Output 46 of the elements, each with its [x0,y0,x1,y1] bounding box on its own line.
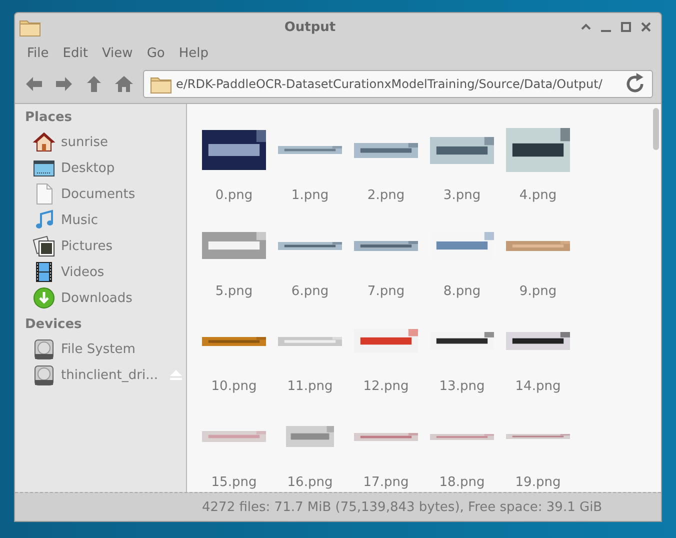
location-field[interactable]: e/RDK-PaddleOCR-DatasetCurationxModelTraining/Source/Data/Output/ [143,70,653,98]
hard-drive-icon [33,338,55,360]
image-thumbnail-item[interactable]: 13.png [424,311,500,406]
menu-item[interactable]: File [23,46,59,60]
music-note-icon [33,209,55,231]
home-icon[interactable] [113,73,135,95]
window-title: Output [283,20,337,34]
sidebar-item[interactable]: Downloads [25,285,186,311]
download-icon [33,287,55,309]
section-heading: Devices [25,317,83,332]
menu-item[interactable]: View [98,46,143,60]
image-thumbnail-item[interactable]: 6.png [272,216,348,311]
image-thumbnail-item[interactable]: 10.png [196,311,272,406]
sidebar-item[interactable]: Videos [25,259,186,285]
film-strip-icon [33,261,55,283]
menu-item[interactable]: Help [174,46,218,60]
image-thumbnail-item[interactable]: 4.png [500,120,576,216]
picture-frame-icon [33,235,55,257]
menu-item[interactable]: Go [142,46,175,60]
image-thumbnail-item[interactable]: 3.png [424,120,500,216]
section-heading: Places [25,110,74,125]
sidebar-item[interactable]: sunrise [25,129,186,155]
sidebar-item[interactable]: thinclient_dri... [25,362,186,388]
image-thumbnail-item[interactable]: 1.png [272,120,348,216]
close-icon[interactable] [639,20,653,34]
image-thumbnail-item[interactable]: 2.png [348,120,424,216]
image-thumbnail-item[interactable]: 14.png [500,311,576,406]
reload-icon[interactable] [624,73,646,95]
hard-drive-icon [33,364,55,386]
status-bar: 4272 files: 71.7 MiB (75,139,843 bytes), Free space: 39.1 GiB [15,492,661,521]
sidebar-item[interactable]: Desktop [25,155,186,181]
house-icon [33,131,55,153]
scrollbar-thumb[interactable] [653,108,659,150]
menu-item[interactable]: Edit [58,46,98,60]
sidebar-item[interactable]: Documents [25,181,186,207]
maximize-icon[interactable] [619,20,633,34]
image-thumbnail-item[interactable]: 0.png [196,120,272,216]
image-thumbnail-item[interactable]: 9.png [500,216,576,311]
sidebar-item[interactable]: File System [25,336,186,362]
image-thumbnail-item[interactable]: 12.png [348,311,424,406]
image-thumbnail-item[interactable]: 5.png [196,216,272,311]
image-thumbnail-item[interactable]: 11.png [272,311,348,406]
image-thumbnail-item[interactable]: 7.png [348,216,424,311]
image-thumbnail-item[interactable]: 8.png [424,216,500,311]
sidebar-item[interactable]: Music [25,207,186,233]
sidebar-item[interactable]: Pictures [25,233,186,259]
